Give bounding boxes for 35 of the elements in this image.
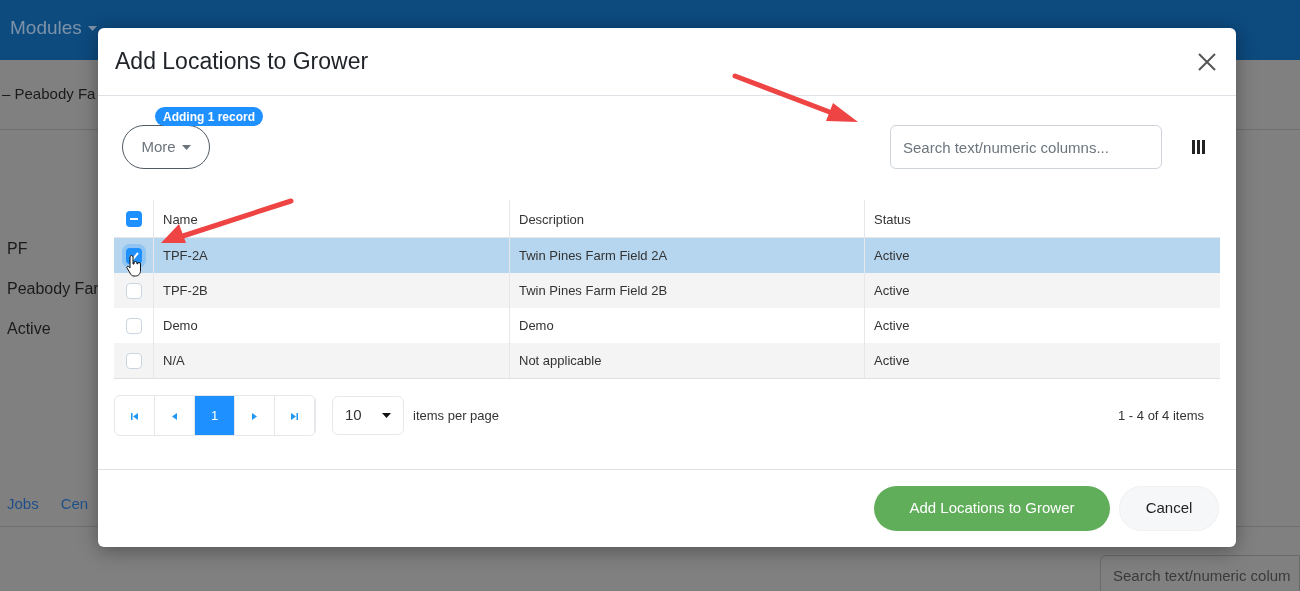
row-checkbox[interactable] bbox=[125, 352, 142, 369]
caret-icon bbox=[382, 413, 391, 418]
table-row[interactable]: TPF-2B Twin Pines Farm Field 2B Active bbox=[114, 273, 1220, 308]
table-cell: Not applicable bbox=[510, 343, 865, 378]
page-size-label: items per page bbox=[413, 406, 499, 425]
table-cell-text: Active bbox=[873, 281, 911, 300]
table-cell-text: Active bbox=[873, 246, 911, 265]
table-cell-text: Active bbox=[873, 316, 911, 335]
table-cell-text: Active bbox=[873, 351, 911, 370]
row-checkbox[interactable] bbox=[125, 317, 142, 334]
page-heading: – Peabody Fa bbox=[2, 84, 96, 105]
first-page-icon bbox=[130, 411, 139, 421]
table-row[interactable]: N/A Not applicable Active bbox=[114, 343, 1220, 378]
next-page-icon bbox=[250, 411, 259, 421]
columns-icon[interactable] bbox=[1192, 140, 1205, 154]
cancel-button[interactable]: Cancel bbox=[1119, 486, 1219, 531]
select-all-checkbox[interactable] bbox=[125, 210, 142, 227]
last-page-icon bbox=[290, 411, 299, 421]
table-cell: N/A bbox=[154, 343, 510, 378]
page-size-select[interactable]: 10 bbox=[332, 396, 404, 435]
row-checkbox[interactable] bbox=[125, 282, 142, 299]
close-icon[interactable] bbox=[1198, 52, 1216, 71]
caret-icon bbox=[181, 144, 191, 150]
field-value: Peabody Far bbox=[7, 279, 99, 299]
column-header[interactable]: Description bbox=[510, 200, 865, 237]
search-field[interactable]: Search text/numeric columns... bbox=[890, 125, 1162, 169]
table-row[interactable]: TPF-2A Twin Pines Farm Field 2A Active bbox=[114, 238, 1220, 273]
dialog-title: Add Locations to Grower bbox=[115, 47, 369, 77]
previous-page-icon bbox=[170, 411, 179, 421]
column-header[interactable]: Status bbox=[865, 200, 1220, 237]
pager-summary: 1 - 4 of 4 items bbox=[1118, 406, 1204, 425]
field-value: PF bbox=[7, 239, 28, 259]
hand-cursor-icon bbox=[126, 255, 142, 277]
record-count-badge: Adding 1 record bbox=[155, 107, 263, 126]
field-value: Active bbox=[7, 319, 51, 339]
